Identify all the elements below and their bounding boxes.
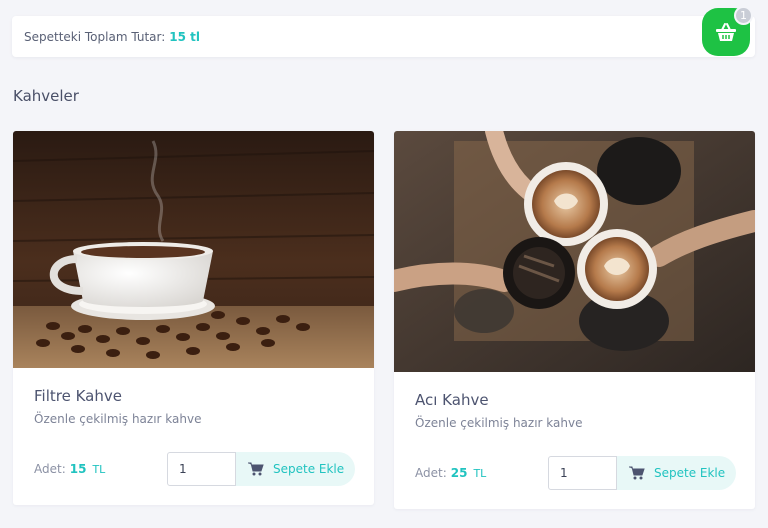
cart-total-value: 15 tl	[169, 29, 201, 44]
product-image	[13, 131, 374, 368]
product-name: Filtre Kahve	[34, 387, 122, 405]
section-title: Kahveler	[13, 87, 79, 105]
product-description: Özenle çekilmiş hazır kahve	[415, 416, 583, 430]
product-name: Acı Kahve	[415, 391, 489, 409]
cart-summary-bar: Sepetteki Toplam Tutar: 15 tl	[12, 16, 755, 57]
add-to-cart-label: Sepete Ekle	[273, 462, 345, 476]
cart-icon	[248, 462, 264, 476]
price-currency: TL	[92, 463, 106, 476]
cart-total-label: Sepetteki Toplam Tutar:	[24, 29, 166, 44]
product-card: Acı Kahve Özenle çekilmiş hazır kahve Ad…	[394, 131, 755, 509]
add-to-cart-label: Sepete Ekle	[654, 466, 726, 480]
cart-count-badge: 1	[734, 6, 753, 25]
price-label: Adet:	[34, 462, 66, 476]
product-price: Adet: 15 TL	[34, 462, 105, 476]
basket-icon	[716, 23, 736, 41]
quantity-input[interactable]	[548, 456, 617, 490]
price-value: 15	[69, 462, 87, 476]
price-value: 25	[450, 466, 468, 480]
product-card: Filtre Kahve Özenle çekilmiş hazır kahve…	[13, 131, 374, 505]
product-image	[394, 131, 755, 372]
price-label: Adet:	[415, 466, 447, 480]
add-to-cart-button[interactable]: Sepete Ekle	[617, 456, 736, 490]
add-to-cart-button[interactable]: Sepete Ekle	[236, 452, 355, 486]
product-price: Adet: 25 TL	[415, 466, 486, 480]
price-currency: TL	[473, 467, 487, 480]
quantity-input[interactable]	[167, 452, 236, 486]
cart-icon	[629, 466, 645, 480]
product-description: Özenle çekilmiş hazır kahve	[34, 412, 202, 426]
